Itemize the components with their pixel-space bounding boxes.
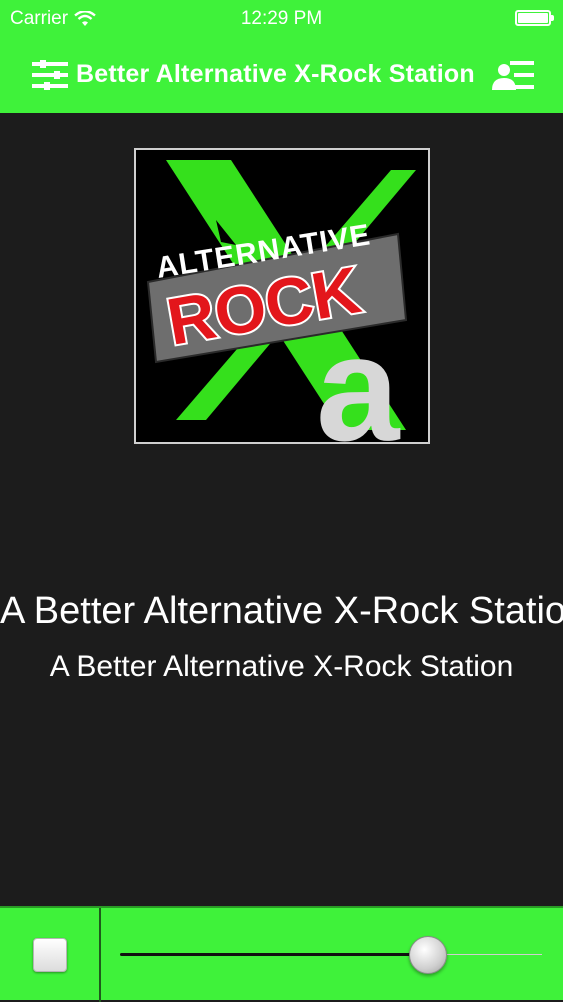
station-artwork: ALTERNATIVE ROCK a: [134, 148, 430, 444]
volume-track-filled: [120, 953, 428, 956]
player-controls: [0, 906, 563, 1002]
now-playing-subtitle: A Better Alternative X-Rock Station: [49, 650, 514, 683]
controls-divider: [99, 908, 101, 1002]
clock: 12:29 PM: [240, 8, 323, 29]
logo-letter: a: [316, 304, 401, 442]
battery-icon: [515, 10, 554, 26]
status-bar: Carrier 12:29 PM: [0, 0, 563, 36]
now-playing-title: A Better Alternative X-Rock Station: [0, 590, 563, 632]
volume-thumb[interactable]: [409, 936, 447, 974]
user-list-icon[interactable]: [492, 58, 534, 92]
menu-sliders-icon[interactable]: [32, 60, 68, 90]
volume-slider[interactable]: [120, 934, 542, 978]
stop-button[interactable]: [33, 938, 67, 972]
nav-title: Better Alternative X-Rock Station: [76, 60, 475, 88]
nav-bar: Better Alternative X-Rock Station: [0, 36, 563, 113]
station-logo: ALTERNATIVE ROCK a: [136, 150, 428, 442]
